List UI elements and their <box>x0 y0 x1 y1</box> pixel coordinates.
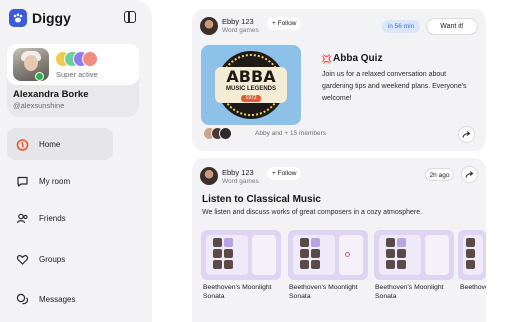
posted-time-badge: 2h ago <box>425 168 454 181</box>
cover-year: 1972 <box>241 95 261 102</box>
share-arrow-icon <box>462 131 471 138</box>
sidebar: Diggy Super active Alexandra Borke @alex… <box>0 0 152 322</box>
host-avatar[interactable] <box>200 17 218 35</box>
event-description: We listen and discuss works of great com… <box>202 209 423 216</box>
nav-label: Groups <box>39 254 66 264</box>
share-button[interactable] <box>458 126 475 143</box>
member-avatars[interactable] <box>203 127 243 141</box>
event-card-classical-music[interactable]: Ebby 123 Word games + Follow 2h ago List… <box>192 158 486 322</box>
start-time-badge: in 56 min <box>382 20 420 33</box>
nav-label: Messages <box>39 294 76 304</box>
flame-icon <box>16 138 29 151</box>
follow-button[interactable]: + Follow <box>267 17 302 30</box>
activity-status: Super active <box>56 70 98 79</box>
nav-item-my-room[interactable]: My room <box>7 165 113 197</box>
want-it-button[interactable]: Want it! <box>426 18 478 35</box>
crown-badge-icon <box>82 51 98 67</box>
nav-item-friends[interactable]: Friends <box>7 202 113 234</box>
event-cover-image[interactable]: ABBA MUSIC LEGENDS 1972 <box>201 45 301 125</box>
host-name[interactable]: Ebby 123 <box>222 168 254 177</box>
nav-label: Friends <box>39 213 66 223</box>
online-status-dot <box>35 72 44 81</box>
game-title[interactable]: Beethoven's Moonlight Sonata <box>289 283 369 301</box>
app-name: Diggy <box>32 10 71 26</box>
host-name[interactable]: Ebby 123 <box>222 17 254 26</box>
messages-icon <box>16 293 29 306</box>
game-preview-tile[interactable] <box>201 230 281 280</box>
nav-label: My room <box>39 176 71 186</box>
game-title[interactable]: Beethoven's Moonlight Sonata <box>203 283 283 301</box>
paw-icon <box>13 13 23 23</box>
nav-label: Home <box>39 139 61 149</box>
sidebar-toggle-icon[interactable] <box>124 11 136 23</box>
chat-bubble-icon <box>16 175 29 188</box>
game-title[interactable]: Beethoven's Moonlight Sonata <box>460 283 486 292</box>
game-preview-tile[interactable] <box>288 230 368 280</box>
event-description: Join us for a relaxed conversation about… <box>322 71 467 102</box>
heart-icon <box>16 253 29 266</box>
share-button[interactable] <box>461 166 478 183</box>
host-subtitle: Word games <box>222 27 259 34</box>
achievement-badges[interactable] <box>55 51 98 67</box>
nav-item-messages[interactable]: Messages <box>7 283 113 315</box>
profile-handle: @alexsunshine <box>13 101 65 110</box>
event-title[interactable]: Abba Quiz <box>333 53 382 64</box>
game-preview-tile[interactable] <box>458 230 486 280</box>
event-card-abba-quiz[interactable]: Ebby 123 Word games + Follow in 56 min W… <box>192 9 486 151</box>
game-title[interactable]: Beethoven's Moonlight Sonata <box>375 283 455 301</box>
host-avatar[interactable] <box>200 167 218 185</box>
host-subtitle: Word games <box>222 178 259 185</box>
profile-name: Alexandra Borke <box>13 89 89 100</box>
share-arrow-icon <box>465 171 474 178</box>
follow-button[interactable]: + Follow <box>267 167 302 180</box>
anger-symbol-icon: 💢 <box>321 54 333 64</box>
game-preview-tile[interactable] <box>374 230 454 280</box>
nav-item-home[interactable]: Home <box>7 128 113 160</box>
app-logo[interactable] <box>9 9 27 27</box>
people-icon <box>16 212 29 225</box>
cover-subtitle: MUSIC LEGENDS <box>225 86 276 92</box>
member-avatar <box>219 127 232 140</box>
event-title[interactable]: Listen to Classical Music <box>202 194 321 205</box>
members-count: Abby and + 15 members <box>255 130 326 137</box>
cover-title: ABBA <box>226 67 276 86</box>
nav-item-groups[interactable]: Groups <box>7 243 113 275</box>
